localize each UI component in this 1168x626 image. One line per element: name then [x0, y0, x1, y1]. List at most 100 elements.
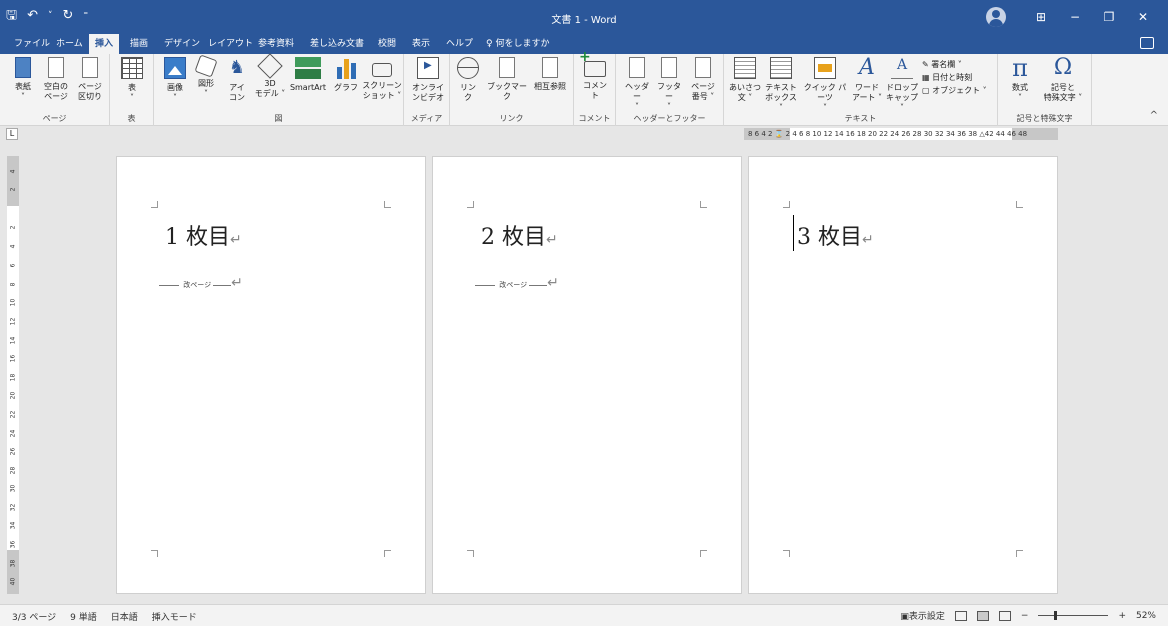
cover-page-button[interactable]: 表紙 ˅ [8, 57, 38, 102]
close-button[interactable]: ✕ [1126, 6, 1160, 28]
ruler-scale: 8 6 4 2 ⌛ 2 4 6 8 10 12 14 16 18 20 22 2… [748, 130, 1028, 138]
wordart-button[interactable]: A ワード アート ˅ [850, 57, 884, 103]
link-button[interactable]: リン ク [456, 57, 480, 103]
bookmark-button[interactable]: ブックマーク [484, 57, 530, 102]
collapse-ribbon-icon[interactable]: ^ [1150, 110, 1158, 121]
print-layout-icon[interactable] [976, 610, 989, 621]
icons-button[interactable]: ♞ アイ コン [224, 57, 250, 103]
tab-insert[interactable]: 挿入 [89, 34, 120, 54]
3d-models-button[interactable]: 3D モデル ˅ [254, 53, 286, 99]
account-avatar-icon[interactable] [986, 7, 1006, 27]
tab-view[interactable]: 表示 [406, 34, 436, 54]
tab-help[interactable]: ヘルプ [440, 34, 479, 54]
restore-button[interactable]: ❐ [1092, 6, 1126, 28]
chart-icon [335, 57, 357, 79]
ribbon-display-options-icon[interactable]: ⊞ [1024, 6, 1058, 28]
group-comments: コメント コメント [574, 52, 616, 126]
greeting-button[interactable]: あいさつ 文 ˅ [728, 57, 762, 103]
paragraph-mark-icon: ↵ [230, 232, 242, 248]
vruler-tick: 40 [9, 577, 17, 586]
group-label-text: テキスト [844, 114, 877, 123]
crop-mark [700, 201, 707, 208]
text-box-button[interactable]: テキスト ボックス ˅ [762, 57, 800, 113]
picture-button[interactable]: 画像 ˅ [162, 57, 188, 103]
signature-icon: ✎ [922, 60, 929, 69]
tab-layout[interactable]: レイアウト [202, 34, 259, 54]
group-label-media: メディア [410, 114, 443, 123]
display-settings-icon: ▣ [900, 612, 909, 622]
web-layout-icon[interactable] [998, 610, 1011, 621]
link-icon [457, 57, 479, 79]
horizontal-ruler[interactable]: 8 6 4 2 ⌛ 2 4 6 8 10 12 14 16 18 20 22 2… [744, 128, 1058, 140]
crop-mark [151, 201, 158, 208]
word-count[interactable]: 9 単語 [70, 610, 97, 623]
tell-me-search[interactable]: ♀ 何をしますか [486, 34, 549, 54]
crop-mark [1016, 550, 1023, 557]
page-count[interactable]: 3/3 ページ [12, 610, 56, 623]
blank-page-button[interactable]: 空白の ページ [40, 57, 72, 102]
page-number-button[interactable]: ページ 番号 ˅ [686, 57, 720, 102]
icons-icon: ♞ [228, 57, 246, 78]
cover-page-icon [15, 57, 31, 78]
document-page-3[interactable]: 3 枚目↵ [748, 156, 1058, 594]
3d-model-icon [257, 53, 283, 79]
symbol-button[interactable]: Ω 記号と 特殊文字 ˅ [1038, 57, 1088, 103]
tab-home[interactable]: ホーム [50, 34, 89, 54]
vruler-tick: 18 [9, 373, 17, 382]
text-cursor [793, 215, 794, 251]
screenshot-button[interactable]: スクリーン ショット ˅ [362, 57, 402, 101]
equation-button[interactable]: π 数式 ˅ [1006, 56, 1034, 103]
language-indicator[interactable]: 日本語 [111, 610, 138, 623]
zoom-in-button[interactable]: + [1118, 611, 1126, 621]
paragraph-mark-icon: ↵ [546, 232, 558, 248]
zoom-slider[interactable] [1038, 611, 1109, 620]
page-break-button[interactable]: ページ 区切り [74, 57, 106, 102]
online-video-button[interactable]: オンライ ンビデオ [410, 57, 446, 103]
tab-references[interactable]: 参考資料 [252, 34, 300, 54]
vertical-ruler[interactable]: 4 2 2 4 6 8 10 12 14 16 18 20 22 24 26 2… [7, 156, 19, 594]
group-media: オンライ ンビデオ メディア [404, 54, 450, 126]
smartart-button[interactable]: SmartArt [286, 57, 330, 93]
document-page-2[interactable]: 2 枚目↵ 改ページ ↵ [432, 156, 742, 594]
new-comment-button[interactable]: コメント [579, 52, 610, 101]
tab-file[interactable]: ファイル [8, 34, 56, 54]
group-text: あいさつ 文 ˅ テキスト ボックス ˅ クイック パーツ ˅ A ワード アー… [724, 54, 998, 126]
smartart-icon [295, 57, 321, 79]
crop-mark [384, 550, 391, 557]
minimize-button[interactable]: − [1058, 6, 1092, 28]
vruler-bottom-margin [7, 550, 19, 594]
tab-mailings[interactable]: 差し込み文書 [304, 34, 370, 54]
tab-review[interactable]: 校閲 [372, 34, 402, 54]
quick-parts-button[interactable]: クイック パーツ ˅ [800, 57, 850, 113]
read-mode-icon[interactable] [954, 610, 967, 621]
header-icon [629, 57, 645, 78]
tab-selector[interactable]: L [6, 128, 18, 140]
quick-parts-icon [814, 57, 836, 79]
vruler-tick: 2 [9, 225, 17, 230]
zoom-level[interactable]: 52% [1136, 611, 1156, 621]
footer-button[interactable]: フッター ˅ [654, 57, 684, 112]
object-button[interactable]: ▢ オブジェクト ˅ [922, 84, 996, 97]
greeting-icon [734, 57, 756, 79]
insert-mode-indicator[interactable]: 挿入モード [152, 610, 197, 623]
cross-reference-button[interactable]: 相互参照 [530, 57, 570, 92]
comments-icon[interactable] [1140, 37, 1154, 49]
signature-line-button[interactable]: ✎ 署名欄 ˅ [922, 58, 996, 71]
group-illustrations: 画像 ˅ 図形 ˅ ♞ アイ コン 3D モデル ˅ SmartArt グラフ [154, 53, 404, 126]
chart-button[interactable]: グラフ [332, 57, 360, 93]
tab-draw[interactable]: 描画 [124, 34, 154, 54]
ribbon-insert: 表紙 ˅ 空白の ページ ページ 区切り ページ 表 ˅ 表 画像 ˅ 図形 ˅… [0, 52, 1168, 126]
group-label-comments: コメント [578, 114, 611, 123]
shapes-button[interactable]: 図形 ˅ [192, 54, 220, 99]
zoom-out-button[interactable]: − [1021, 611, 1029, 621]
header-button[interactable]: ヘッダー ˅ [622, 57, 652, 112]
vruler-tick: 16 [9, 354, 17, 363]
document-page-1[interactable]: 1 枚目↵ 改ページ ↵ [116, 156, 426, 594]
date-time-button[interactable]: ▦ 日付と時刻 [922, 71, 996, 84]
shapes-icon [194, 54, 218, 78]
table-button[interactable]: 表 ˅ [118, 57, 146, 103]
crop-mark [783, 550, 790, 557]
tab-design[interactable]: デザイン [158, 34, 206, 54]
display-settings-button[interactable]: ▣表示設定 [900, 609, 945, 622]
drop-cap-button[interactable]: A ドロップ キャップ ˅ [884, 57, 920, 113]
